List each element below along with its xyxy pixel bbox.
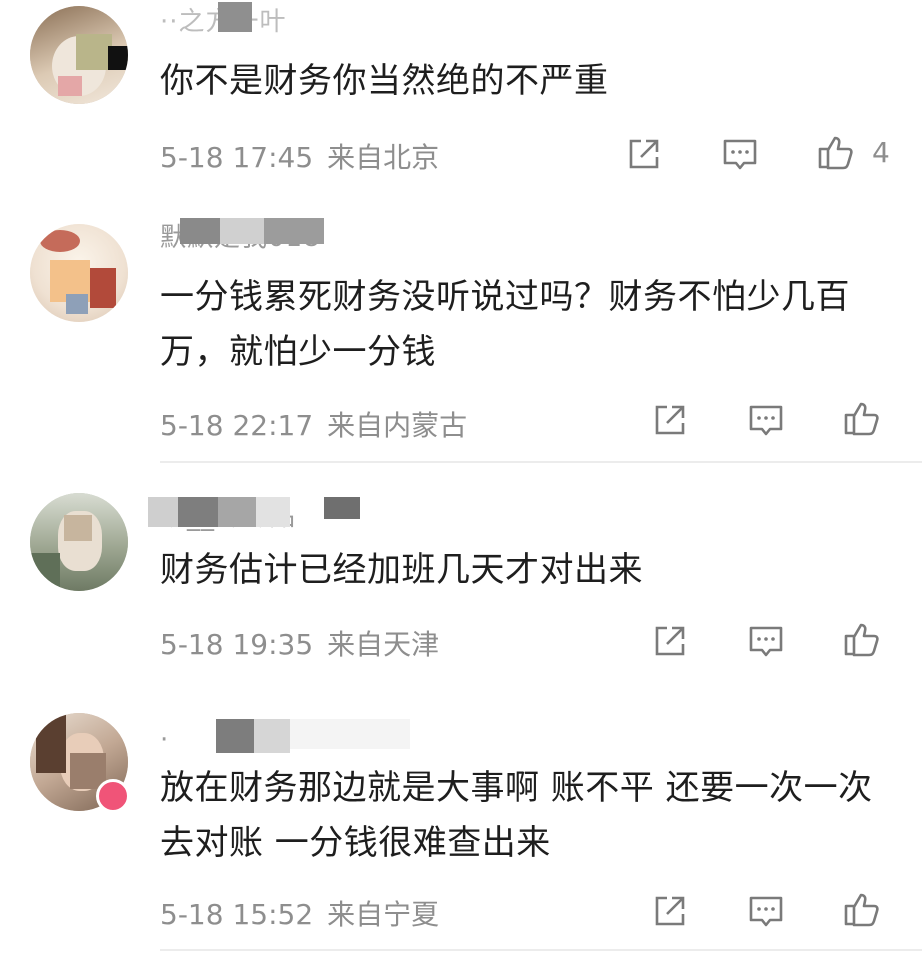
like-button[interactable] <box>842 889 882 929</box>
avatar[interactable] <box>30 6 128 104</box>
divider <box>160 949 922 951</box>
reply-button[interactable] <box>746 621 786 661</box>
comment-meta: 5-18 17:45 来自北京 <box>160 136 439 176</box>
like-icon <box>818 136 853 170</box>
comment-time: 5-18 19:35 <box>160 628 314 661</box>
like-icon <box>844 402 879 436</box>
username-row[interactable]: 默默是我018 <box>160 218 360 254</box>
comment-text: 你不是财务你当然绝的不严重 <box>160 61 609 101</box>
avatar[interactable] <box>30 224 128 322</box>
reply-icon <box>749 405 783 436</box>
username-row[interactable]: · <box>160 719 420 755</box>
comment-item: 默默是我018 一分钱累死财务没听说过吗？财务不怕少几百万，就怕少一分钱 5-1… <box>0 190 922 465</box>
username-mosaic <box>218 2 252 32</box>
username-mosaic <box>220 218 264 244</box>
username-row[interactable]: 珍__冬冬品 <box>148 497 400 533</box>
reply-button[interactable] <box>746 400 786 440</box>
comment-location: 来自北京 <box>327 141 440 174</box>
like-icon <box>844 623 879 657</box>
comment-text: 财务估计已经加班几天才对出来 <box>160 550 643 590</box>
username-mosaic <box>218 497 256 527</box>
comment-location: 来自宁夏 <box>327 898 440 931</box>
username-mosaic <box>264 218 324 244</box>
reply-icon <box>749 626 783 657</box>
comment-item: 珍__冬冬品 财务估计已经加班几天才对出来 5-18 19:35 来自天津 <box>0 465 922 695</box>
username-mosaic <box>290 719 410 749</box>
username-mosaic <box>178 497 218 527</box>
username-mosaic <box>324 497 360 519</box>
avatar[interactable] <box>30 493 128 591</box>
like-count: 4 <box>872 136 890 169</box>
vip-badge-icon <box>96 779 130 813</box>
reply-icon <box>723 139 757 170</box>
like-button[interactable] <box>816 132 856 172</box>
comment-text: 放在财务那边就是大事啊 账不平 还要一次一次去对账 一分钱很难查出来 <box>160 768 873 863</box>
comment-meta: 5-18 22:17 来自内蒙古 <box>160 404 467 444</box>
like-button[interactable] <box>842 619 882 659</box>
username-mosaic <box>256 497 290 527</box>
share-button[interactable] <box>650 891 690 931</box>
comment-time: 5-18 17:45 <box>160 141 314 174</box>
like-button[interactable] <box>842 398 882 438</box>
comment-meta: 5-18 15:52 来自宁夏 <box>160 893 439 933</box>
comment-item: · 放在财务那边就是大事啊 账不平 还要一次一次去对账 一分钱很难查出来 5-1… <box>0 695 922 956</box>
reply-icon <box>749 896 783 927</box>
username-mosaic <box>180 218 220 244</box>
comment-text: 一分钱累死财务没听说过吗？财务不怕少几百万，就怕少一分钱 <box>160 277 850 372</box>
comment-location: 来自内蒙古 <box>327 409 468 442</box>
share-icon <box>655 405 685 435</box>
share-button[interactable] <box>650 400 690 440</box>
share-icon <box>629 139 659 169</box>
reply-button[interactable] <box>720 134 760 174</box>
comment-time: 5-18 22:17 <box>160 409 314 442</box>
share-icon <box>655 896 685 926</box>
like-icon <box>844 893 879 927</box>
comment-time: 5-18 15:52 <box>160 898 314 931</box>
comment-item: ··之方一叶 你不是财务你当然绝的不严重 5-18 17:45 来自北京 4 <box>0 0 922 190</box>
username[interactable]: · <box>160 725 169 755</box>
reply-button[interactable] <box>746 891 786 931</box>
comment-location: 来自天津 <box>327 628 440 661</box>
share-button[interactable] <box>624 134 664 174</box>
comment-meta: 5-18 19:35 来自天津 <box>160 623 439 663</box>
share-button[interactable] <box>650 621 690 661</box>
username-row[interactable]: ··之方一叶 <box>160 2 286 38</box>
username-mosaic <box>254 719 290 753</box>
divider <box>160 461 922 463</box>
username-mosaic <box>216 719 254 753</box>
share-icon <box>655 626 685 656</box>
username-mosaic <box>148 497 178 527</box>
